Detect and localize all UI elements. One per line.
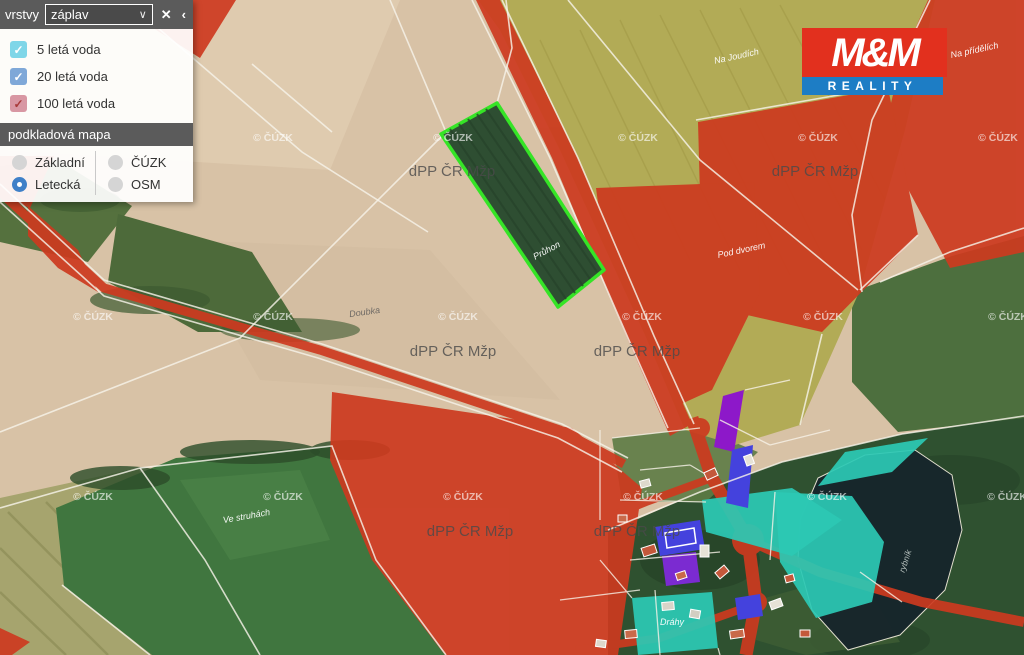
basemap-option-letecka[interactable]: Letecká [0,173,95,195]
cuzk-watermark: © ČÚZK [618,131,658,144]
layer-label-5yr: 5 letá voda [37,42,101,57]
dpp-attribution: dPP ČR Mžp [772,163,858,180]
mm-reality-logo: M&M REALITY [802,28,947,95]
layer-row-100yr[interactable]: ✓ 100 letá voda [10,90,183,117]
layers-panel: vrstvy záplav ∨ ✕ ‹ ✓ 5 letá voda ✓ 20 l… [0,0,193,202]
layer-row-5yr[interactable]: ✓ 5 letá voda [10,36,183,63]
checkbox-100yr-checked[interactable]: ✓ [10,95,27,112]
cuzk-watermark: © ČÚZK [73,310,113,323]
cuzk-watermark: © ČÚZK [622,310,662,323]
collapse-panel-icon[interactable]: ‹ [180,7,188,22]
layer-list: ✓ 5 letá voda ✓ 20 letá voda ✓ 100 letá … [0,29,193,123]
cuzk-watermark: © ČÚZK [807,490,847,503]
dpp-attribution: dPP ČR Mžp [594,343,680,360]
basemap-options: Základní Letecká ČÚZK OSM [0,146,193,202]
radio-osm[interactable] [108,177,123,192]
checkbox-5yr-checked[interactable]: ✓ [10,41,27,58]
cuzk-watermark: © ČÚZK [433,131,473,144]
cuzk-watermark: © ČÚZK [253,131,293,144]
cuzk-watermark: © ČÚZK [253,310,293,323]
cuzk-watermark: © ČÚZK [978,131,1018,144]
logo-reality-text: REALITY [802,77,943,95]
layer-dropdown[interactable]: záplav ∨ [45,4,153,25]
radio-letecka-selected[interactable] [12,177,27,192]
layer-label-20yr: 20 letá voda [37,69,108,84]
basemap-label-letecka: Letecká [35,177,81,192]
cuzk-watermark: © ČÚZK [988,310,1024,323]
cuzk-watermark: © ČÚZK [803,310,843,323]
layer-dropdown-value: záplav [51,7,89,22]
cuzk-watermark: © ČÚZK [73,490,113,503]
close-icon[interactable]: ✕ [159,7,174,23]
cuzk-watermark: © ČÚZK [443,490,483,503]
dpp-attribution: dPP ČR Mžp [427,523,513,540]
basemap-option-zakladni[interactable]: Základní [0,151,95,173]
layer-row-20yr[interactable]: ✓ 20 letá voda [10,63,183,90]
radio-cuzk[interactable] [108,155,123,170]
basemap-label-osm: OSM [131,177,161,192]
basemap-option-cuzk[interactable]: ČÚZK [96,151,193,173]
chevron-down-icon: ∨ [139,8,147,21]
panel-header: vrstvy záplav ∨ ✕ ‹ [0,0,193,29]
basemap-option-osm[interactable]: OSM [96,173,193,195]
cuzk-watermark: © ČÚZK [623,490,663,503]
basemap-header: podkladová mapa [0,123,193,146]
dpp-attribution: dPP ČR Mžp [409,163,495,180]
logo-mm-text: M&M [802,28,947,77]
basemap-label-cuzk: ČÚZK [131,155,166,170]
radio-zakladni[interactable] [12,155,27,170]
basemap-label-zakladni: Základní [35,155,85,170]
checkbox-20yr-checked[interactable]: ✓ [10,68,27,85]
cuzk-watermark: © ČÚZK [798,131,838,144]
map-place-label: Dráhy [660,617,685,627]
dpp-attribution: dPP ČR Mžp [410,343,496,360]
cuzk-watermark: © ČÚZK [987,490,1024,503]
cuzk-watermark: © ČÚZK [263,490,303,503]
map-viewer: © ČÚZK © ČÚZK © ČÚZK © ČÚZK © ČÚZK © ČÚZK © ČÚ… [0,0,1024,655]
cuzk-watermark: © ČÚZK [438,310,478,323]
layer-label-100yr: 100 letá voda [37,96,115,111]
layers-label: vrstvy [5,7,39,22]
dpp-attribution: dPP ČR Mžp [594,523,680,540]
